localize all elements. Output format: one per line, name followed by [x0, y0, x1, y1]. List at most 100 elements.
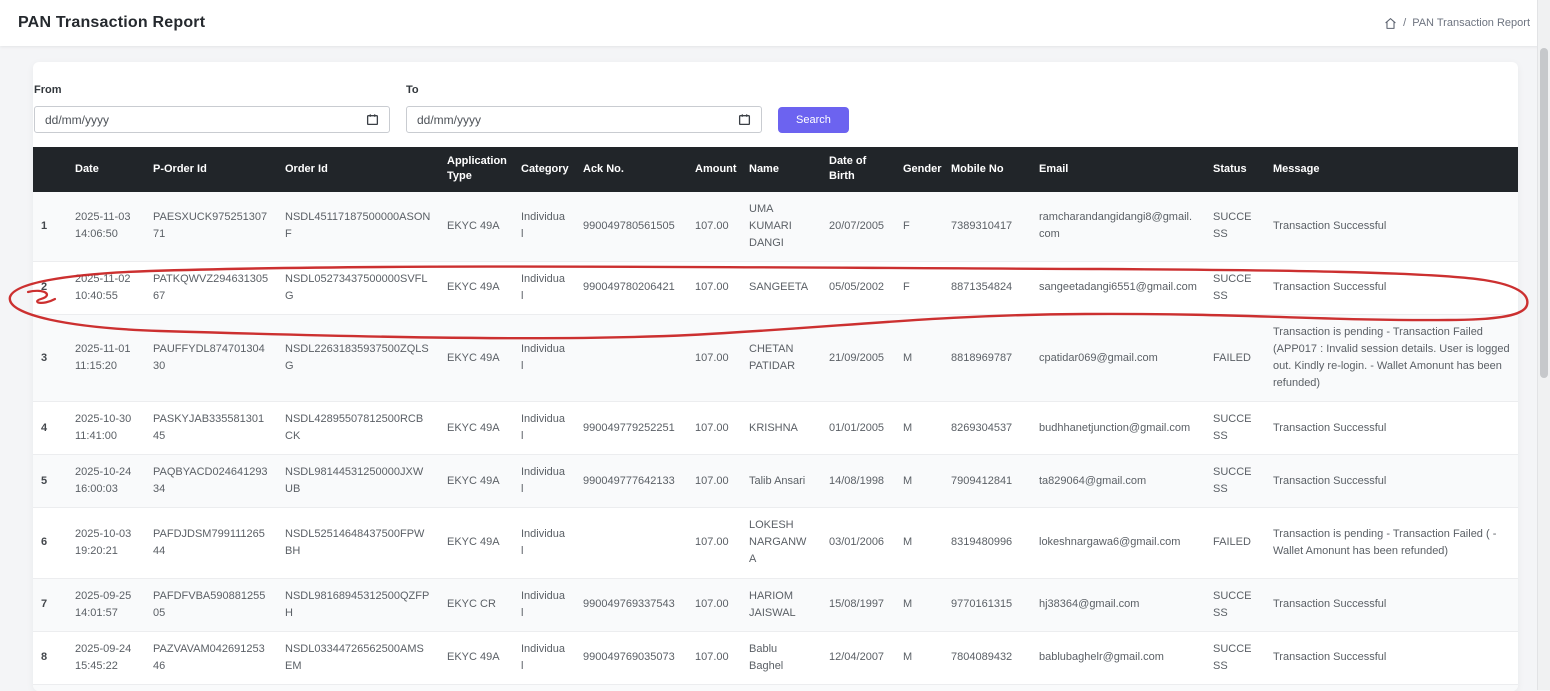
cell-order-id: NSDL52514648437500FPWBH — [277, 508, 439, 578]
cell-p-order-id: PAZVAVAM04269125346 — [145, 631, 277, 684]
cell-order-id: NSDL45117187500000ASONF — [277, 192, 439, 262]
cell-email: lokeshnargawa6@gmail.com — [1031, 508, 1205, 578]
cell-mobile-no: 7909412841 — [943, 455, 1031, 508]
scrollbar-thumb[interactable] — [1540, 48, 1548, 378]
cell-date: 2025-10-30 11:41:00 — [67, 402, 145, 455]
cell-status: SUCCESS — [1205, 578, 1265, 631]
cell-application-type: EKYC 49A — [439, 261, 513, 314]
cell-amount: 107.00 — [687, 261, 741, 314]
from-date-group: From dd/mm/yyyy — [34, 84, 390, 133]
cell-gender: M — [895, 402, 943, 455]
column-header: Name — [741, 147, 821, 192]
column-header: Ack No. — [575, 147, 687, 192]
cell-status: SUCCESS — [1205, 192, 1265, 262]
search-button[interactable]: Search — [778, 107, 849, 133]
table-row: 62025-10-03 19:20:21PAFDJDSM79911126544N… — [33, 508, 1518, 578]
from-date-input[interactable]: dd/mm/yyyy — [34, 106, 390, 133]
cell-p-order-id: PAESXUCK97525130771 — [145, 192, 277, 262]
cell-p-order-id: PAFDJDSM79911126544 — [145, 508, 277, 578]
cell-idx: 7 — [33, 578, 67, 631]
cell-ack-no: 990049780561505 — [575, 192, 687, 262]
cell-date: 2025-11-02 10:40:55 — [67, 261, 145, 314]
cell-gender: F — [895, 192, 943, 262]
cell-idx: 6 — [33, 508, 67, 578]
table-header: DateP-Order IdOrder IdApplication TypeCa… — [33, 147, 1518, 192]
cell-gender: F — [895, 261, 943, 314]
to-date-input[interactable]: dd/mm/yyyy — [406, 106, 762, 133]
cell-ack-no: 990049779252251 — [575, 402, 687, 455]
cell-message: Transaction Successful — [1265, 402, 1518, 455]
cell-dob: 20/07/2005 — [821, 192, 895, 262]
cell-gender: M — [895, 315, 943, 402]
cell-amount: 107.00 — [687, 455, 741, 508]
home-icon[interactable] — [1384, 17, 1397, 30]
cell-email: ta829064@gmail.com — [1031, 455, 1205, 508]
cell-application-type: EKYC 49A — [439, 192, 513, 262]
to-date-placeholder: dd/mm/yyyy — [417, 113, 481, 127]
cell-mobile-no: 8319480996 — [943, 508, 1031, 578]
table-row: 52025-10-24 16:00:03PAQBYACD02464129334N… — [33, 455, 1518, 508]
cell-status: FAILED — [1205, 315, 1265, 402]
cell-mobile-no: 8269304537 — [943, 402, 1031, 455]
column-header: Date — [67, 147, 145, 192]
cell-application-type: EKYC 49A — [439, 455, 513, 508]
cell-category: Individual — [513, 578, 575, 631]
cell-message: Transaction is pending - Transaction Fai… — [1265, 508, 1518, 578]
cell-dob: 12/04/2007 — [821, 631, 895, 684]
cell-idx: 5 — [33, 455, 67, 508]
report-card: From dd/mm/yyyy To dd/mm/yyyy — [33, 62, 1518, 691]
table-header-row: DateP-Order IdOrder IdApplication TypeCa… — [33, 147, 1518, 192]
cell-category: Individual — [513, 455, 575, 508]
cell-application-type: EKYC 49A — [439, 631, 513, 684]
cell-application-type: EKYC 49A — [439, 508, 513, 578]
cell-status: SUCCESS — [1205, 631, 1265, 684]
cell-ack-no: 990049777642133 — [575, 455, 687, 508]
cell-dob: 05/05/2002 — [821, 261, 895, 314]
cell-amount: 107.00 — [687, 508, 741, 578]
cell-name: CHETAN PATIDAR — [741, 315, 821, 402]
page-title: PAN Transaction Report — [18, 14, 205, 32]
cell-p-order-id: PAQBYACD02464129334 — [145, 455, 277, 508]
cell-name: LOKESH NARGANWA — [741, 508, 821, 578]
cell-date: 2025-09-25 14:01:57 — [67, 578, 145, 631]
calendar-icon[interactable] — [738, 113, 751, 126]
cell-email: cpatidar069@gmail.com — [1031, 315, 1205, 402]
cell-message: Transaction Successful — [1265, 261, 1518, 314]
cell-order-id: NSDL42895507812500RCBCK — [277, 402, 439, 455]
cell-status: SUCCESS — [1205, 455, 1265, 508]
cell-date: 2025-11-01 11:15:20 — [67, 315, 145, 402]
vertical-scrollbar[interactable] — [1537, 0, 1550, 690]
cell-p-order-id: PATKQWVZ29463130567 — [145, 261, 277, 314]
cell-message: Transaction Successful — [1265, 192, 1518, 262]
table-row: 82025-09-24 15:45:22PAZVAVAM04269125346N… — [33, 631, 1518, 684]
cell-category: Individual — [513, 631, 575, 684]
cell-email: hj38364@gmail.com — [1031, 578, 1205, 631]
cell-name: KRISHNA — [741, 402, 821, 455]
calendar-icon[interactable] — [366, 113, 379, 126]
cell-ack-no — [575, 315, 687, 402]
cell-message: Transaction Successful — [1265, 578, 1518, 631]
cell-date: 2025-10-24 16:00:03 — [67, 455, 145, 508]
column-header: Category — [513, 147, 575, 192]
cell-amount: 107.00 — [687, 578, 741, 631]
cell-order-id: NSDL22631835937500ZQLSG — [277, 315, 439, 402]
cell-category: Individual — [513, 315, 575, 402]
cell-status: FAILED — [1205, 508, 1265, 578]
column-header: Message — [1265, 147, 1518, 192]
filter-bar: From dd/mm/yyyy To dd/mm/yyyy — [33, 62, 1518, 147]
cell-gender: M — [895, 631, 943, 684]
cell-mobile-no: 7804089432 — [943, 631, 1031, 684]
cell-message: Transaction Successful — [1265, 455, 1518, 508]
column-header: Order Id — [277, 147, 439, 192]
column-header: Mobile No — [943, 147, 1031, 192]
cell-amount: 107.00 — [687, 192, 741, 262]
cell-ack-no: 990049769035073 — [575, 631, 687, 684]
cell-message: Transaction is pending - Transaction Fai… — [1265, 315, 1518, 402]
cell-p-order-id: PASKYJAB33558130145 — [145, 402, 277, 455]
table-body: 12025-11-03 14:06:50PAESXUCK97525130771N… — [33, 192, 1518, 691]
cell-dob: 01/01/2005 — [821, 402, 895, 455]
cell-category: Individual — [513, 508, 575, 578]
cell-gender: M — [895, 508, 943, 578]
from-label: From — [34, 84, 390, 96]
cell-dob: 14/08/1998 — [821, 455, 895, 508]
